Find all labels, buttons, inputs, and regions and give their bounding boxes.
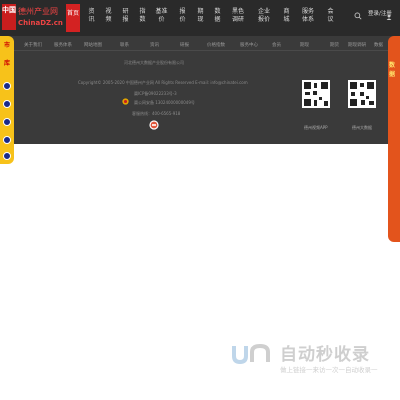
footer-link-about[interactable]: 关于我们 [24,42,42,48]
footer-link-futures-research[interactable]: 期现调研 [348,42,366,48]
footer-copyright: Copyright© 2005-2020 中国德州产业网 All Rights … [78,80,248,85]
search-icon[interactable] [354,12,362,20]
qr-code-app [302,80,330,108]
nav-item-data[interactable]: 数据 [213,8,222,28]
nav-item-index[interactable]: 指数 [138,8,147,28]
footer-link-futures[interactable]: 期货 [330,42,339,48]
watermark-subtitle: 做上链接一来访一次一自动收录一 [280,366,378,374]
user-icon[interactable] [386,14,392,20]
nav-item-research[interactable]: 黑色调研 [230,8,246,28]
right-ad-label: 数据 [389,62,396,78]
site-footer: 关于我们 服务体系 网站地图 联系 资讯 研报 价格指数 服务中心 会员 期现 … [0,36,400,144]
left-ad-dot-icon [3,136,11,144]
left-ad-dot-icon [3,152,11,160]
left-ad-label-top: 市 [3,42,10,49]
nav-item-meetings[interactable]: 会议 [326,8,335,28]
footer-icp[interactable]: 冀ICP备09022233号-3 [134,91,177,97]
logo-en-name: ChinaDZ.cn [18,19,63,27]
footer-link-reports[interactable]: 研报 [180,42,189,48]
site-logo[interactable]: 中国 德州产业网 ChinaDZ.cn [2,4,63,32]
nav-item-services[interactable]: 服务体系 [300,8,316,28]
nav-item-reports[interactable]: 研报 [121,8,130,28]
watermark: 自动秒收录 做上链接一来访一次一自动收录一 [230,338,400,378]
nav-item-benchmark[interactable]: 基准价 [155,8,168,28]
nav-item-home[interactable]: 首页 [66,4,80,32]
logo-seal: 中国 [2,4,16,30]
page: 中国 德州产业网 ChinaDZ.cn 首页 资讯 视频 研报 指数 基准价 报… [0,0,400,400]
nav-item-news[interactable]: 资讯 [87,8,96,28]
footer-hotline: 客服热线：400-6565-918 [132,111,181,116]
qr-caption-bigdata: 德州大数据 [352,125,372,130]
nav-item-enterprise[interactable]: 企业报价 [256,8,272,28]
footer-link-contact[interactable]: 联系 [120,42,129,48]
footer-link-futures-spot[interactable]: 期现 [300,42,309,48]
nav-item-futures[interactable]: 期现 [196,8,205,28]
footer-link-data[interactable]: 数据 [374,42,383,48]
footer-police-record[interactable]: 冀公网安备 13024000000049号 [134,100,195,106]
left-ad-label-mid: 库 [3,60,10,67]
footer-link-sitemap[interactable]: 网站地图 [84,42,102,48]
nav-item-quotes[interactable]: 报价 [178,8,187,28]
credit-badge-icon[interactable] [149,120,159,130]
footer-link-services[interactable]: 服务体系 [54,42,72,48]
left-ad-dot-icon [3,118,11,126]
nav-item-video[interactable]: 视频 [104,8,113,28]
footer-link-service-center[interactable]: 服务中心 [240,42,258,48]
qr-code-bigdata [348,80,376,108]
footer-link-members[interactable]: 会员 [272,42,281,48]
police-badge-icon [122,98,129,105]
right-floating-ad[interactable]: 数据 [388,36,400,242]
footer-divider [14,50,394,51]
left-ad-dot-icon [3,100,11,108]
left-ad-dot-icon [3,82,11,90]
nav-item-mall[interactable]: 商城 [282,8,291,28]
left-floating-ad[interactable]: 市 库 [0,36,14,164]
footer-link-price-index[interactable]: 价格指数 [207,42,225,48]
logo-cn-name: 德州产业网 [18,7,58,16]
qr-caption-app: 德州视频APP [304,125,328,130]
watermark-title: 自动秒收录 [280,345,370,365]
footer-company: 河北德州大数据产业股份有限公司 [124,60,184,65]
top-navigation-bar: 中国 德州产业网 ChinaDZ.cn 首页 资讯 视频 研报 指数 基准价 报… [0,0,400,36]
footer-link-news[interactable]: 资讯 [150,42,159,48]
watermark-logo-icon [232,343,270,364]
